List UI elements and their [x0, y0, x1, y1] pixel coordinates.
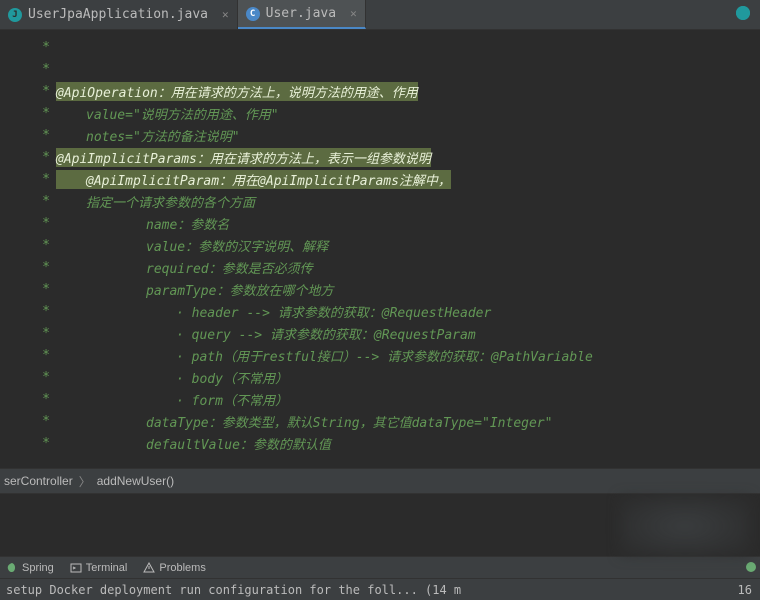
code-line: 指定一个请求参数的各个方面 [56, 192, 255, 211]
code-line: name：参数名 [56, 214, 229, 233]
status-message: setup Docker deployment run configuratio… [6, 583, 730, 597]
blur-overlay [620, 496, 750, 556]
code-line: · form（不常用） [56, 390, 288, 409]
code-line: notes="方法的备注说明" [56, 126, 240, 145]
code-line: @ApiImplicitParams：用在请求的方法上，表示一组参数说明 [56, 148, 431, 167]
status-number: 16 [730, 583, 760, 597]
code-line: · header --> 请求参数的获取：@RequestHeader [56, 302, 491, 321]
tool-terminal[interactable]: Terminal [70, 562, 128, 574]
chevron-right-icon: 〉 [79, 473, 91, 490]
code-line: required：参数是否必须传 [56, 258, 313, 277]
code-line: defaultValue：参数的默认值 [56, 434, 331, 453]
tab-label: User.java [266, 6, 336, 21]
code-line: value="说明方法的用途、作用" [56, 104, 279, 123]
warning-icon [143, 562, 155, 574]
tab-label: UserJpaApplication.java [28, 7, 208, 22]
code-line: @ApiImplicitParam：用在@ApiImplicitParams注解… [56, 170, 451, 189]
code-line: paramType：参数放在哪个地方 [56, 280, 333, 299]
java-class-icon: J [8, 8, 22, 22]
tool-label: Problems [159, 562, 205, 574]
editor-tabs: J UserJpaApplication.java ✕ C User.java … [0, 0, 760, 30]
tool-problems[interactable]: Problems [143, 562, 205, 574]
breadcrumb-item[interactable]: serController [4, 474, 73, 488]
status-bar: setup Docker deployment run configuratio… [0, 578, 760, 600]
tab-userjpaapp[interactable]: J UserJpaApplication.java ✕ [0, 0, 238, 29]
code-line: · query --> 请求参数的获取：@RequestParam [56, 324, 476, 343]
code-line: · path（用于restful接口）--> 请求参数的获取：@PathVari… [56, 346, 593, 365]
close-icon[interactable]: ✕ [350, 7, 357, 20]
status-indicator [746, 562, 756, 572]
tool-spring[interactable]: Spring [6, 562, 54, 574]
breadcrumb-item[interactable]: addNewUser() [97, 474, 174, 488]
terminal-icon [70, 562, 82, 574]
tool-label: Terminal [86, 562, 128, 574]
code-line: @ApiOperation：用在请求的方法上，说明方法的用途、作用 [56, 82, 418, 101]
tool-window-bar: Spring Terminal Problems [0, 556, 760, 578]
code-editor[interactable]: * * *@ApiOperation：用在请求的方法上，说明方法的用途、作用 *… [0, 30, 760, 468]
gear-icon[interactable] [726, 6, 760, 24]
java-class-icon: C [246, 7, 260, 21]
tool-label: Spring [22, 562, 54, 574]
settings-icon [736, 6, 750, 20]
close-icon[interactable]: ✕ [222, 8, 229, 21]
code-line: value：参数的汉字说明、解释 [56, 236, 328, 255]
tab-user[interactable]: C User.java ✕ [238, 0, 366, 29]
code-line: dataType：参数类型，默认String，其它值dataType="Inte… [56, 412, 552, 431]
breadcrumb: serController 〉 addNewUser() [0, 468, 760, 494]
spring-icon [6, 562, 18, 574]
code-line: · body（不常用） [56, 368, 288, 387]
